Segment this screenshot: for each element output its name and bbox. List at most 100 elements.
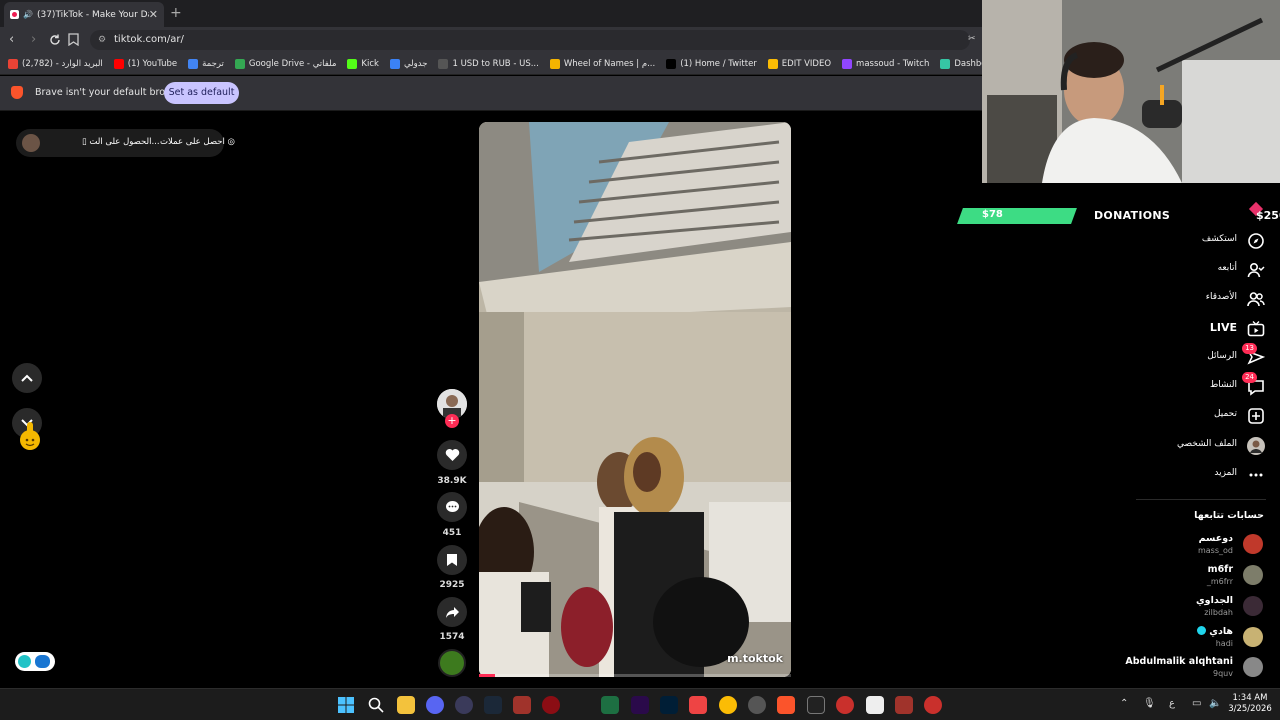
- address-bar[interactable]: ⚙ tiktok.com/ar/: [90, 30, 970, 50]
- brave-taskbar-icon[interactable]: [777, 696, 795, 714]
- extension-toggle[interactable]: [15, 652, 55, 671]
- chrome-icon[interactable]: [719, 696, 737, 714]
- reload-icon[interactable]: [48, 33, 62, 47]
- comment-button[interactable]: [437, 492, 467, 522]
- windows-start-icon[interactable]: [338, 697, 354, 713]
- previous-video-button[interactable]: [12, 363, 42, 393]
- new-tab-icon[interactable]: +: [170, 5, 182, 21]
- sidebar-item-compass[interactable]: استكشف: [1080, 230, 1280, 252]
- sidebar-item-messages[interactable]: الرسائل 13: [1080, 343, 1280, 369]
- red-app-icon[interactable]: [542, 696, 560, 714]
- account-username: _m6frr: [1206, 577, 1233, 586]
- bookmark-item[interactable]: Kick: [347, 58, 379, 69]
- get-app-button[interactable]: ▯ الحصول على الت...: [82, 137, 160, 147]
- sidebar-item-upload[interactable]: تحميل: [1080, 405, 1280, 427]
- extension-icon[interactable]: ✂: [968, 34, 976, 44]
- get-coins-button[interactable]: احصل على عملات ◎: [160, 137, 235, 147]
- video-progress-bar[interactable]: [479, 674, 791, 677]
- sidebar-item-profile-avatar[interactable]: الملف الشخصي: [1080, 435, 1280, 457]
- comment-icon: [445, 501, 459, 512]
- bookmark-label: Kick: [361, 58, 379, 69]
- following-account-row[interactable]: m6fr _m6frr: [1080, 562, 1280, 590]
- bookmark-item[interactable]: البريد الوارد - (2,782): [8, 58, 103, 69]
- webcam-overlay: [982, 0, 1280, 183]
- tray-chevron-up-icon[interactable]: ⌃: [1120, 698, 1128, 709]
- clock[interactable]: 1:34 AM 3/25/2026: [1228, 693, 1272, 715]
- premiere-icon[interactable]: [631, 696, 649, 714]
- bookmark-item[interactable]: Google Drive - ملفاتي: [234, 58, 337, 69]
- follow-plus-button[interactable]: +: [445, 414, 459, 428]
- microphone-icon[interactable]: 🎙: [1143, 698, 1156, 709]
- bookmark-item[interactable]: جدولي: [389, 58, 427, 69]
- file-explorer-icon[interactable]: [397, 696, 415, 714]
- compass-icon: [1247, 232, 1265, 250]
- account-username: 9quv: [1213, 669, 1233, 678]
- sidebar-item-more[interactable]: المزيد: [1080, 464, 1280, 486]
- browser-tab-tiktok[interactable]: 🔊 (37)TikTok - Make Your Day ✕: [4, 2, 164, 27]
- media-player-icon[interactable]: [455, 696, 473, 714]
- back-icon[interactable]: ‹: [9, 32, 14, 48]
- sidebar-item-label: المزيد: [1214, 468, 1237, 478]
- following-account-row[interactable]: Abdulmalik alqhtani 9quv: [1080, 654, 1280, 682]
- site-info-icon[interactable]: ⚙: [98, 30, 106, 50]
- capcut-icon[interactable]: [807, 696, 825, 714]
- bookmark-favicon-icon: [234, 58, 245, 69]
- save-count: 2925: [439, 580, 465, 590]
- bookmark-item[interactable]: Dashboard / Stream...: [940, 58, 982, 69]
- speaker-icon[interactable]: 🔊: [23, 10, 33, 19]
- set-as-default-button[interactable]: Set as default: [164, 82, 239, 104]
- bookmark-item[interactable]: Wheel of Names | م...: [549, 58, 655, 69]
- account-name: دوعسم: [1199, 533, 1233, 544]
- bookmark-item[interactable]: ترجمة: [188, 58, 224, 69]
- bookmark-favicon-icon: [842, 58, 853, 69]
- account-username: hadi: [1215, 639, 1233, 648]
- video-player[interactable]: m.toktok: [479, 122, 791, 677]
- account-avatar: [1243, 565, 1263, 585]
- following-account-row[interactable]: هادي hadi: [1080, 624, 1280, 652]
- bookmark-item[interactable]: 1 USD to RUB - US...: [438, 58, 539, 69]
- photoshop-icon[interactable]: [660, 696, 678, 714]
- notes-app-icon[interactable]: [866, 696, 884, 714]
- sidebar-item-label: الرسائل: [1207, 351, 1237, 361]
- steam-icon[interactable]: [484, 696, 502, 714]
- volume-icon[interactable]: 🔈: [1209, 698, 1221, 709]
- bookmark-label: Google Drive - ملفاتي: [248, 58, 337, 69]
- share-button[interactable]: [437, 597, 467, 627]
- forward-icon[interactable]: ›: [31, 32, 36, 48]
- save-button[interactable]: [437, 545, 467, 575]
- bookmark-item[interactable]: (1) YouTube: [113, 58, 178, 69]
- red-circle-app-icon[interactable]: [836, 696, 854, 714]
- bookmark-label: (1) YouTube: [127, 58, 178, 69]
- bookmark-item[interactable]: EDIT VIDEO: [767, 58, 832, 69]
- app-eu-icon[interactable]: [513, 696, 531, 714]
- sidebar-item-user-follow[interactable]: أتابعه: [1080, 259, 1280, 281]
- app-eu-2-icon[interactable]: [895, 696, 913, 714]
- sidebar-item-activity[interactable]: النشاط 24: [1080, 372, 1280, 398]
- bookmark-icon[interactable]: [68, 33, 79, 46]
- close-tab-icon[interactable]: ✕: [149, 8, 158, 21]
- image-app-icon[interactable]: [689, 696, 707, 714]
- like-button[interactable]: [437, 440, 467, 470]
- sidebar-item-friends[interactable]: الأصدقاء: [1080, 288, 1280, 310]
- red-circle-app-2-icon[interactable]: [924, 696, 942, 714]
- following-account-row[interactable]: دوعسم mass_od: [1080, 531, 1280, 559]
- bookmark-label: ترجمة: [202, 58, 224, 69]
- excel-icon[interactable]: [601, 696, 619, 714]
- discord-icon[interactable]: [426, 696, 444, 714]
- tab-title: (37)TikTok - Make Your Day: [36, 9, 149, 20]
- search-icon[interactable]: [368, 697, 384, 713]
- music-disc-icon[interactable]: [438, 649, 466, 677]
- bookmark-item[interactable]: (1) Home / Twitter: [666, 58, 757, 69]
- obs-icon[interactable]: [748, 696, 766, 714]
- bookmark-favicon-icon: [113, 58, 124, 69]
- heart-icon: [445, 449, 459, 461]
- user-avatar[interactable]: [22, 134, 40, 152]
- bookmark-item[interactable]: massoud - Twitch: [842, 58, 929, 69]
- account-name: m6fr: [1208, 564, 1233, 575]
- input-language[interactable]: ع: [1169, 698, 1175, 709]
- following-account-row[interactable]: الجداوي zilbdah: [1080, 593, 1280, 621]
- account-avatar: [1243, 657, 1263, 677]
- bookmark-label: EDIT VIDEO: [781, 58, 832, 69]
- sidebar-item-live-tv[interactable]: LIVE: [1080, 318, 1280, 340]
- display-icon[interactable]: ▭: [1192, 698, 1201, 709]
